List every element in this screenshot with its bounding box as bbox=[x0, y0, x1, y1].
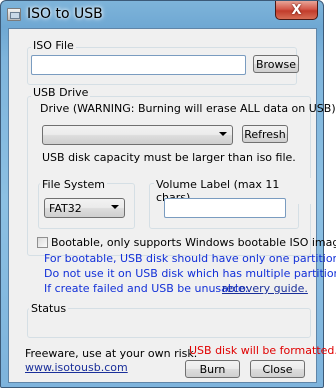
app-window: ISO to USB X ISO File Browse USB Drive D… bbox=[0, 0, 336, 388]
file-system-select[interactable]: FAT32 bbox=[44, 198, 125, 218]
drive-warning-label: Drive (WARNING: Burning will erase ALL d… bbox=[40, 102, 336, 115]
close-button[interactable]: Close bbox=[250, 360, 305, 378]
usb-drive-legend: USB Drive bbox=[31, 86, 91, 99]
website-link[interactable]: www.isotousb.com bbox=[25, 361, 128, 374]
status-group bbox=[27, 308, 311, 338]
window-title: ISO to USB bbox=[27, 6, 103, 22]
iso-path-input[interactable] bbox=[31, 55, 246, 75]
bootable-checkbox[interactable] bbox=[37, 237, 48, 248]
refresh-button[interactable]: Refresh bbox=[242, 125, 288, 143]
capacity-note: USB disk capacity must be larger than is… bbox=[42, 151, 296, 164]
bootable-label[interactable]: Bootable, only supports Windows bootable… bbox=[51, 236, 336, 249]
status-legend: Status bbox=[29, 302, 69, 315]
chevron-down-icon bbox=[111, 205, 119, 209]
bootable-note-line1: For bootable, USB disk should have only … bbox=[44, 252, 336, 265]
client-area: ISO File Browse USB Drive Drive (WARNING… bbox=[8, 28, 336, 383]
bootable-note-line3: If create failed and USB be unusable: bbox=[44, 282, 249, 295]
bootable-note-line2: Do not use it on USB disk which has mult… bbox=[44, 267, 336, 280]
title-bar[interactable]: ISO to USB X bbox=[1, 1, 323, 28]
app-icon bbox=[7, 8, 21, 21]
iso-file-legend: ISO File bbox=[31, 39, 76, 52]
drive-select[interactable] bbox=[42, 125, 233, 145]
file-system-legend: File System bbox=[40, 178, 107, 191]
volume-label-input[interactable] bbox=[164, 198, 286, 218]
browse-button[interactable]: Browse bbox=[253, 55, 299, 73]
recovery-guide-link[interactable]: recovery guide. bbox=[222, 282, 308, 295]
format-warning: USB disk will be formatted. bbox=[189, 344, 336, 357]
usb-drive-group bbox=[27, 96, 311, 256]
burn-button[interactable]: Burn bbox=[185, 360, 240, 378]
window-close-button[interactable]: X bbox=[275, 1, 318, 20]
chevron-down-icon bbox=[219, 132, 227, 136]
file-system-value: FAT32 bbox=[49, 202, 82, 215]
freeware-note: Freeware, use at your own risk. bbox=[25, 347, 198, 360]
